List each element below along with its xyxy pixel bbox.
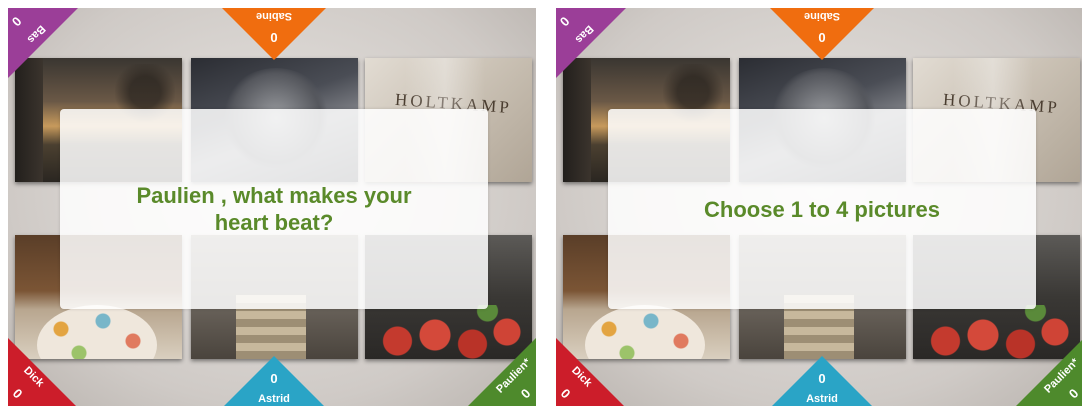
player-score: 0 [818,30,826,45]
player-badge-astrid: 0 Astrid [770,356,874,406]
player-name: Dick [21,364,47,390]
player-score: 0 [517,385,534,402]
player-score: 0 [8,13,25,30]
player-name: Sabine [803,10,841,22]
player-name: Bas [572,22,596,46]
player-name: Astrid [806,393,838,405]
prompt-overlay: Paulien , what makes your heart beat? [60,109,488,309]
player-name: Bas [24,22,48,46]
game-screen-left: HOLTKAMP Paulien , what makes your heart… [8,8,536,406]
player-name: Astrid [258,393,290,405]
player-score: 0 [270,371,278,386]
player-score: 0 [818,371,826,386]
prompt-text: Paulien , what makes your heart beat? [136,183,412,235]
game-screen-right: HOLTKAMP Choose 1 to 4 pictures Sabine 0… [556,8,1082,406]
player-score: 0 [9,385,26,402]
prompt-overlay: Choose 1 to 4 pictures [608,109,1036,309]
player-score: 0 [557,385,574,402]
prompt-text: Choose 1 to 4 pictures [704,196,940,222]
player-score: 0 [556,13,573,30]
player-name: Sabine [255,10,293,22]
player-name: Dick [569,364,595,390]
player-badge-astrid: 0 Astrid [222,356,326,406]
player-badge-sabine: Sabine 0 [222,8,326,60]
player-score: 0 [270,30,278,45]
player-badge-sabine: Sabine 0 [770,8,874,60]
player-score: 0 [1065,385,1082,402]
